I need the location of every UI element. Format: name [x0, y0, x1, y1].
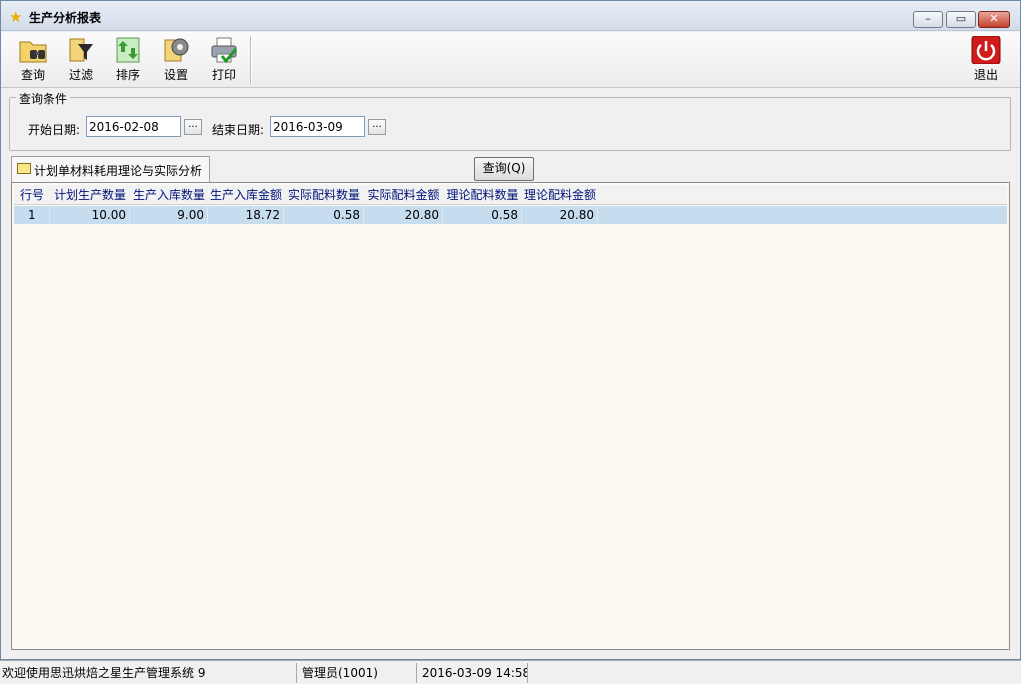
query-conditions-group: 查询条件 开始日期: 2016-02-08 ... 结束日期: 2016-03-…: [9, 90, 1011, 151]
print-tool-label: 打印: [211, 68, 236, 82]
query-conditions-legend: 查询条件: [16, 90, 71, 107]
column-header[interactable]: 行号: [14, 185, 50, 205]
column-header[interactable]: 生产入库数量: [130, 185, 208, 205]
table-cell: 9.00: [130, 206, 208, 224]
minimize-button[interactable]: –: [913, 11, 943, 28]
start-date-label: 开始日期:: [28, 123, 81, 137]
title-bar: ★ 生产分析报表 – ▭ ✕: [1, 1, 1020, 31]
end-date-label: 结束日期:: [212, 123, 265, 137]
query-button[interactable]: 查询(Q): [474, 157, 534, 181]
start-date-input[interactable]: 2016-02-08: [86, 116, 181, 137]
query-tool-label: 查询: [20, 68, 45, 82]
end-date-input[interactable]: 2016-03-09: [270, 116, 365, 137]
table-cell: 20.80: [522, 206, 598, 224]
status-bar: 欢迎使用思迅烘焙之星生产管理系统 9 管理员(1001) 2016-03-09 …: [0, 660, 1021, 684]
maximize-button[interactable]: ▭: [946, 11, 976, 28]
filter-tool-label: 过滤: [68, 68, 93, 82]
filter-tool-button[interactable]: 过滤: [59, 36, 103, 84]
column-header[interactable]: 实际配料金额: [364, 185, 443, 205]
toolbar-separator: [250, 36, 252, 84]
table-cell: 1: [14, 206, 50, 224]
sort-tool-label: 排序: [115, 68, 140, 82]
column-header[interactable]: 理论配料金额: [522, 185, 598, 205]
tab-material-analysis[interactable]: 计划单材料耗用理论与实际分析: [11, 156, 210, 182]
print-tool-button[interactable]: 打印: [202, 36, 246, 84]
query-tool-button[interactable]: 查询: [11, 36, 55, 84]
table-row[interactable]: 1 10.00 9.00 18.72 0.58 20.80 0.58 20.80: [14, 206, 1007, 224]
table-cell: 0.58: [443, 206, 522, 224]
status-user: 管理员(1001): [300, 663, 417, 683]
table-cell: 0.58: [284, 206, 364, 224]
column-header[interactable]: 实际配料数量: [284, 185, 364, 205]
column-header[interactable]: 理论配料数量: [443, 185, 522, 205]
status-welcome: 欢迎使用思迅烘焙之星生产管理系统 9: [0, 663, 297, 683]
column-header[interactable]: 生产入库金额: [208, 185, 284, 205]
settings-tool-button[interactable]: 设置: [154, 36, 198, 84]
grid-header: 行号 计划生产数量 生产入库数量 生产入库金额 实际配料数量 实际配料金额 理论…: [14, 185, 1007, 205]
status-datetime: 2016-03-09 14:58: [420, 663, 528, 683]
window-title: 生产分析报表: [29, 11, 102, 25]
end-date-picker-button[interactable]: ...: [368, 119, 386, 135]
printer-icon: [211, 37, 238, 64]
funnel-filter-icon: [69, 38, 93, 62]
data-grid[interactable]: 行号 计划生产数量 生产入库数量 生产入库金额 实际配料数量 实际配料金额 理论…: [11, 182, 1010, 650]
start-date-picker-button[interactable]: ...: [184, 119, 202, 135]
folder-icon: [17, 163, 31, 174]
table-cell: 10.00: [50, 206, 130, 224]
settings-tool-label: 设置: [163, 68, 188, 82]
exit-label: 退出: [973, 68, 998, 82]
gear-icon: [164, 38, 189, 62]
column-header[interactable]: 计划生产数量: [50, 185, 130, 205]
exit-button[interactable]: 退出: [964, 36, 1008, 84]
sort-arrows-icon: [116, 37, 140, 63]
table-cell: 18.72: [208, 206, 284, 224]
power-icon: [971, 36, 1001, 64]
close-button[interactable]: ✕: [978, 11, 1010, 28]
sort-tool-button[interactable]: 排序: [106, 36, 150, 84]
main-window: ★ 生产分析报表 – ▭ ✕ 查询 过滤 排序 设置 打印 退出 查询条件 开始…: [0, 0, 1021, 660]
app-star-icon: ★: [9, 8, 23, 26]
table-cell: 20.80: [364, 206, 443, 224]
tab-label: 计划单材料耗用理论与实际分析: [34, 164, 203, 178]
binoculars-folder-icon: [19, 41, 47, 63]
toolbar: 查询 过滤 排序 设置 打印 退出: [1, 32, 1020, 88]
